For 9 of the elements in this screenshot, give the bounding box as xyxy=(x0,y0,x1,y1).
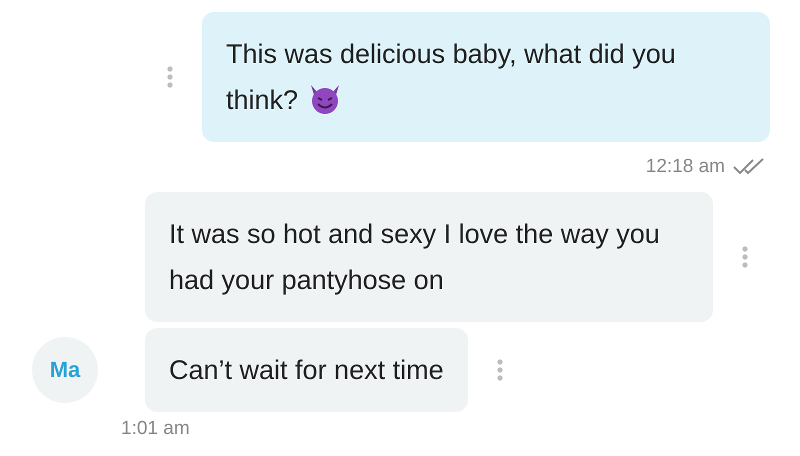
more-options-icon[interactable] xyxy=(166,65,174,89)
avatar[interactable]: Ma xyxy=(32,337,98,403)
sent-message: This was delicious baby, what did you think? xyxy=(202,12,770,142)
more-options-icon[interactable] xyxy=(741,245,749,269)
received-message: It was so hot and sexy I love the way you had your pantyhose on xyxy=(145,192,713,322)
more-options-icon[interactable] xyxy=(496,358,504,382)
message-time: 12:18 am xyxy=(646,156,725,178)
message-time: 1:01 am xyxy=(121,418,190,440)
received-message: Can’t wait for next time xyxy=(145,328,468,412)
